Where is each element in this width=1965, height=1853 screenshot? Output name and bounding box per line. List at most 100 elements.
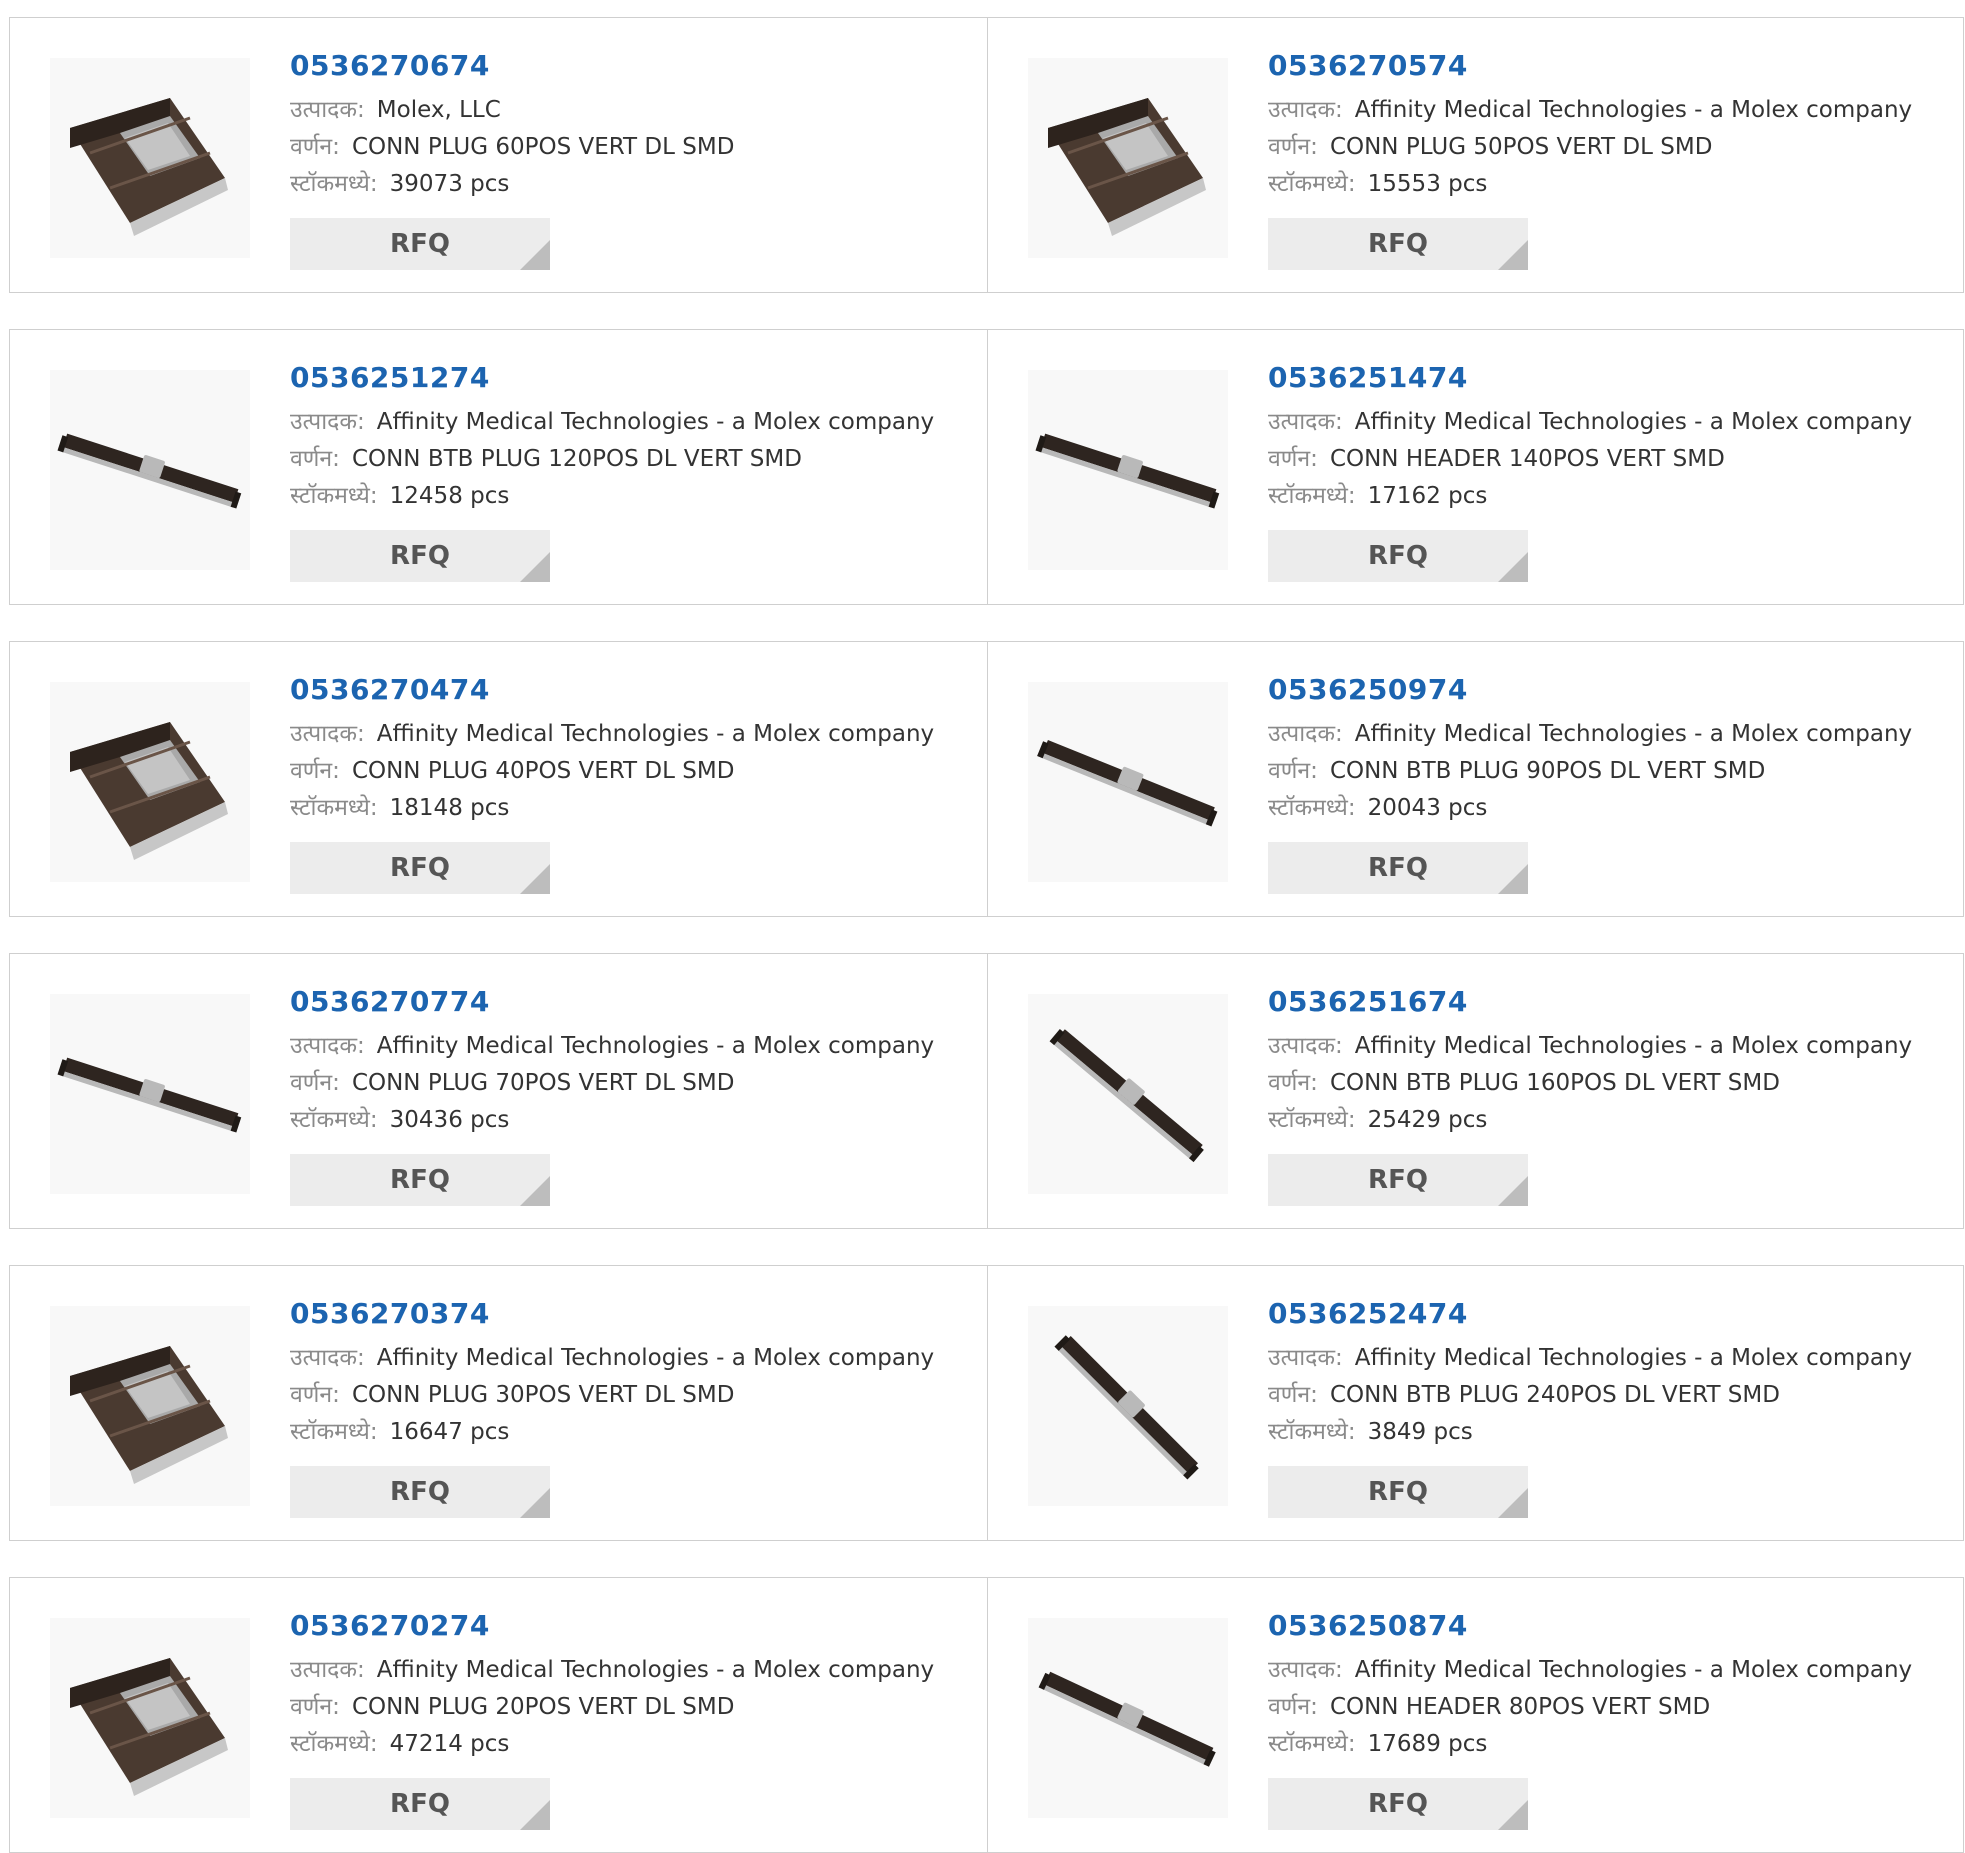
manufacturer-label: उत्पादक: — [290, 1657, 365, 1683]
connector-block-image[interactable] — [50, 1306, 250, 1506]
description-line: वर्णन: CONN PLUG 30POS VERT DL SMD — [290, 1377, 934, 1414]
connector-block-image[interactable] — [1028, 58, 1228, 258]
rfq-label: RFQ — [390, 1477, 450, 1507]
stock-value: 15553 pcs — [1367, 171, 1488, 197]
manufacturer-value: Affinity Medical Technologies - a Molex … — [1354, 1033, 1913, 1059]
manufacturer-label: उत्पादक: — [1268, 1345, 1343, 1371]
rfq-button[interactable]: RFQ — [1268, 842, 1528, 894]
stock-label: स्टॉकमध्ये: — [290, 171, 378, 197]
rfq-button[interactable]: RFQ — [1268, 218, 1528, 270]
product-row: 0536270374 उत्पादक: Affinity Medical Tech… — [9, 1265, 1964, 1541]
stock-value: 47214 pcs — [389, 1731, 510, 1757]
connector-strip-image[interactable] — [50, 370, 250, 570]
stock-line: स्टॉकमध्ये: 15553 pcs — [1268, 166, 1912, 203]
corner-triangle-icon — [520, 552, 550, 582]
rfq-button[interactable]: RFQ — [1268, 1778, 1528, 1830]
product-info: 0536270674 उत्पादक: Molex, LLC वर्णन: CONN… — [290, 48, 734, 203]
manufacturer-line: उत्पादक: Affinity Medical Technologies - … — [290, 1652, 934, 1689]
part-number-link[interactable]: 0536270374 — [290, 1296, 934, 1332]
rfq-button[interactable]: RFQ — [290, 842, 550, 894]
stock-value: 16647 pcs — [389, 1419, 510, 1445]
description-label: वर्णन: — [290, 134, 340, 160]
connector-strip-image[interactable] — [1028, 682, 1228, 882]
part-number-link[interactable]: 0536252474 — [1268, 1296, 1912, 1332]
connector-strip-image[interactable] — [1028, 1618, 1228, 1818]
manufacturer-label: उत्पादक: — [1268, 97, 1343, 123]
stock-value: 17162 pcs — [1367, 483, 1488, 509]
description-value: CONN HEADER 80POS VERT SMD — [1329, 1694, 1711, 1720]
rfq-label: RFQ — [1368, 1789, 1428, 1819]
description-line: वर्णन: CONN HEADER 80POS VERT SMD — [1268, 1689, 1912, 1726]
part-number-link[interactable]: 0536251274 — [290, 360, 934, 396]
part-number-link[interactable]: 0536270574 — [1268, 48, 1912, 84]
manufacturer-line: उत्पादक: Affinity Medical Technologies - … — [1268, 1652, 1912, 1689]
product-info: 0536270374 उत्पादक: Affinity Medical Tech… — [290, 1296, 934, 1451]
product-card: 0536270774 उत्पादक: Affinity Medical Tech… — [10, 954, 987, 1228]
product-info: 0536250874 उत्पादक: Affinity Medical Tech… — [1268, 1608, 1912, 1763]
stock-label: स्टॉकमध्ये: — [290, 1419, 378, 1445]
rfq-button[interactable]: RFQ — [290, 218, 550, 270]
manufacturer-label: उत्पादक: — [1268, 1657, 1343, 1683]
description-value: CONN PLUG 60POS VERT DL SMD — [351, 134, 735, 160]
connector-block-image[interactable] — [50, 682, 250, 882]
rfq-button[interactable]: RFQ — [290, 1154, 550, 1206]
stock-value: 3849 pcs — [1367, 1419, 1473, 1445]
rfq-button[interactable]: RFQ — [290, 1466, 550, 1518]
connector-strip-image[interactable] — [1028, 1306, 1228, 1506]
manufacturer-value: Affinity Medical Technologies - a Molex … — [1354, 721, 1913, 747]
connector-strip-image[interactable] — [50, 994, 250, 1194]
description-line: वर्णन: CONN HEADER 140POS VERT SMD — [1268, 441, 1912, 478]
manufacturer-value: Molex, LLC — [376, 97, 501, 123]
description-label: वर्णन: — [1268, 1070, 1318, 1096]
rfq-button[interactable]: RFQ — [1268, 530, 1528, 582]
corner-triangle-icon — [520, 1176, 550, 1206]
connector-strip-image[interactable] — [1028, 370, 1228, 570]
manufacturer-label: उत्पादक: — [1268, 409, 1343, 435]
manufacturer-line: उत्पादक: Molex, LLC — [290, 92, 734, 129]
part-number-link[interactable]: 0536250874 — [1268, 1608, 1912, 1644]
corner-triangle-icon — [520, 1488, 550, 1518]
part-number-link[interactable]: 0536270674 — [290, 48, 734, 84]
part-number-link[interactable]: 0536270774 — [290, 984, 934, 1020]
part-number-link[interactable]: 0536270274 — [290, 1608, 934, 1644]
manufacturer-label: उत्पादक: — [290, 721, 365, 747]
product-grid: 0536270674 उत्पादक: Molex, LLC वर्णन: CONN… — [0, 0, 1965, 1853]
description-line: वर्णन: CONN PLUG 60POS VERT DL SMD — [290, 129, 734, 166]
stock-label: स्टॉकमध्ये: — [1268, 1731, 1356, 1757]
rfq-button[interactable]: RFQ — [290, 530, 550, 582]
rfq-label: RFQ — [390, 853, 450, 883]
stock-line: स्टॉकमध्ये: 16647 pcs — [290, 1414, 934, 1451]
part-number-link[interactable]: 0536270474 — [290, 672, 934, 708]
stock-line: स्टॉकमध्ये: 20043 pcs — [1268, 790, 1912, 827]
rfq-button[interactable]: RFQ — [1268, 1466, 1528, 1518]
rfq-button[interactable]: RFQ — [290, 1778, 550, 1830]
product-info: 0536251274 उत्पादक: Affinity Medical Tech… — [290, 360, 934, 515]
stock-value: 18148 pcs — [389, 795, 510, 821]
manufacturer-line: उत्पादक: Affinity Medical Technologies - … — [1268, 92, 1912, 129]
rfq-label: RFQ — [1368, 541, 1428, 571]
product-card: 0536270674 उत्पादक: Molex, LLC वर्णन: CONN… — [10, 18, 987, 292]
connector-strip-image[interactable] — [1028, 994, 1228, 1194]
description-value: CONN PLUG 50POS VERT DL SMD — [1329, 134, 1713, 160]
product-card: 0536251274 उत्पादक: Affinity Medical Tech… — [10, 330, 987, 604]
connector-block-image[interactable] — [50, 58, 250, 258]
rfq-button[interactable]: RFQ — [1268, 1154, 1528, 1206]
stock-label: स्टॉकमध्ये: — [290, 795, 378, 821]
description-line: वर्णन: CONN PLUG 70POS VERT DL SMD — [290, 1065, 934, 1102]
product-row: 0536270774 उत्पादक: Affinity Medical Tech… — [9, 953, 1964, 1229]
manufacturer-value: Affinity Medical Technologies - a Molex … — [376, 1345, 935, 1371]
manufacturer-line: उत्पादक: Affinity Medical Technologies - … — [290, 404, 934, 441]
stock-value: 25429 pcs — [1367, 1107, 1488, 1133]
stock-line: स्टॉकमध्ये: 3849 pcs — [1268, 1414, 1912, 1451]
description-line: वर्णन: CONN PLUG 50POS VERT DL SMD — [1268, 129, 1912, 166]
manufacturer-line: उत्पादक: Affinity Medical Technologies - … — [290, 716, 934, 753]
part-number-link[interactable]: 0536251674 — [1268, 984, 1912, 1020]
product-info: 0536250974 उत्पादक: Affinity Medical Tech… — [1268, 672, 1912, 827]
stock-line: स्टॉकमध्ये: 39073 pcs — [290, 166, 734, 203]
part-number-link[interactable]: 0536251474 — [1268, 360, 1912, 396]
product-info: 0536251674 उत्पादक: Affinity Medical Tech… — [1268, 984, 1912, 1139]
product-card: 0536251474 उत्पादक: Affinity Medical Tech… — [988, 330, 1965, 604]
product-card: 0536270574 उत्पादक: Affinity Medical Tech… — [988, 18, 1965, 292]
connector-block-image[interactable] — [50, 1618, 250, 1818]
part-number-link[interactable]: 0536250974 — [1268, 672, 1912, 708]
